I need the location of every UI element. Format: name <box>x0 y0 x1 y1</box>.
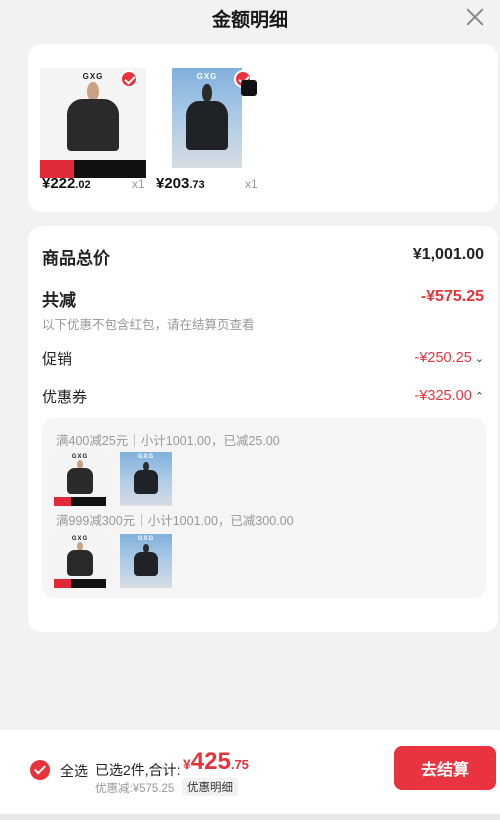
selected-summary: 已选2件,合计: <box>95 762 181 778</box>
checkout-button[interactable]: 去结算 <box>394 746 496 790</box>
reduce-label: 共减 <box>42 291 76 310</box>
product-price-1: ¥222.02 <box>42 175 91 192</box>
product-qty-2: x1 <box>245 177 258 191</box>
promo-label: 促销 <box>42 351 73 368</box>
product-price-2: ¥203.73 <box>156 175 205 192</box>
total-amount: ¥425.75 <box>183 748 249 775</box>
reduce-value: -¥575.25 <box>420 288 484 305</box>
coupon-details: 满400减25元｜小计1001.00，已减25.00 GXG GXG 满999减… <box>42 418 486 598</box>
coupon-rule-1: 满400减25元｜小计1001.00，已减25.00 <box>56 434 280 448</box>
select-all-label[interactable]: 全选 <box>60 761 88 781</box>
coupon-product-image: GXG <box>54 452 106 506</box>
selected-check-icon[interactable] <box>120 70 138 88</box>
discount-detail-link[interactable]: 优惠明细 <box>182 778 238 796</box>
promo-row[interactable]: -¥250.25 ⌄ <box>415 350 484 366</box>
header: 金额明细 <box>0 0 500 36</box>
discount-note: 以下优惠不包含红包，请在结算页查看 <box>42 318 255 332</box>
product-image-2[interactable]: GXG <box>172 68 242 168</box>
checkout-bar: 全选 已选2件,合计: ¥425.75 优惠减:¥575.25 优惠明细 去结算 <box>0 730 500 820</box>
coupon-value: -¥325.00 <box>414 388 472 404</box>
promo-value: -¥250.25 <box>414 350 472 366</box>
coupon-product-image: GXG <box>120 534 172 588</box>
product-card: GXG ¥222.02 x1 GXG ¥203.73 x1 <box>28 44 498 212</box>
caret-down-icon: ⌄ <box>474 353 484 365</box>
close-icon[interactable] <box>464 6 486 28</box>
home-indicator <box>0 814 500 820</box>
discount-summary: 优惠减:¥575.25 <box>95 783 175 795</box>
summary-card: 商品总价 ¥1,001.00 共减 -¥575.25 以下优惠不包含红包，请在结… <box>28 226 498 632</box>
coupon-label: 优惠券 <box>42 389 88 406</box>
brand-logo: GXG <box>196 72 218 81</box>
page-title: 金额明细 <box>211 10 288 31</box>
total-label: 商品总价 <box>42 249 110 268</box>
brand-badge-icon <box>241 80 257 96</box>
select-all-check-icon[interactable] <box>30 760 50 780</box>
product-qty-1: x1 <box>132 177 145 191</box>
coupon-product-image: GXG <box>54 534 106 588</box>
total-value: ¥1,001.00 <box>412 246 484 263</box>
coupon-row[interactable]: -¥325.00 ⌃ <box>415 388 484 404</box>
caret-up-icon: ⌃ <box>474 391 484 403</box>
coupon-rule-2: 满999减300元｜小计1001.00，已减300.00 <box>56 514 294 528</box>
coupon-product-image: GXG <box>120 452 172 506</box>
